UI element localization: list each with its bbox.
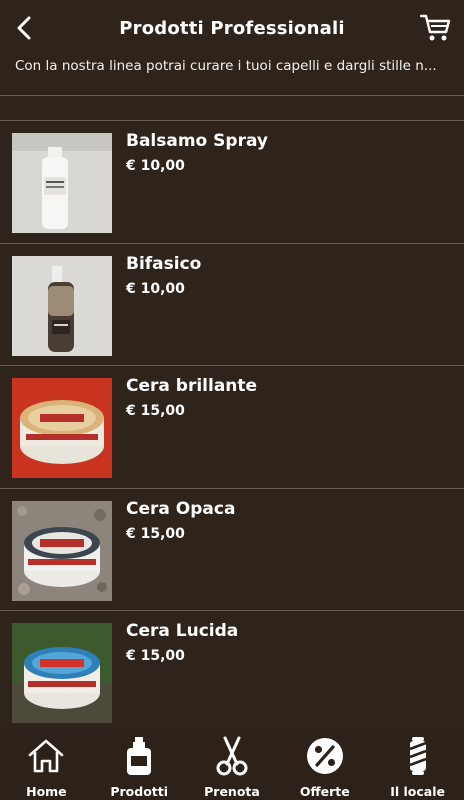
product-image	[12, 500, 112, 601]
tab-label: Prenota	[204, 784, 260, 799]
scissors-icon	[212, 736, 252, 776]
tab-label: Il locale	[390, 784, 445, 799]
tab-prenota[interactable]: Prenota	[186, 730, 278, 800]
product-name: Cera brillante	[126, 376, 258, 396]
product-row[interactable]: Cera Lucida € 15,00	[0, 611, 464, 733]
product-image	[12, 623, 112, 723]
product-row[interactable]: Cera Opaca € 15,00	[0, 489, 464, 611]
product-price: € 10,00	[126, 280, 185, 297]
page-description: Con la nostra linea potrai curare i tuoi…	[15, 58, 437, 74]
product-list: Balsamo Spray € 10,00 Bifasico € 10,00 C…	[0, 120, 464, 733]
product-name: Bifasico	[126, 253, 202, 274]
cart-button[interactable]	[418, 10, 454, 46]
tab-label: Prodotti	[110, 784, 169, 799]
product-name: Cera Lucida	[126, 621, 239, 641]
product-name: Cera Opaca	[126, 498, 236, 519]
tab-offerte[interactable]: Offerte	[279, 730, 371, 800]
product-price: € 15,00	[126, 525, 185, 542]
product-row[interactable]: Balsamo Spray € 10,00	[0, 121, 464, 243]
chevron-left-icon	[17, 16, 31, 40]
product-name: Balsamo Spray	[126, 131, 268, 151]
product-image	[12, 378, 112, 478]
product-price: € 10,00	[126, 158, 185, 174]
tab-home[interactable]: Home	[0, 730, 92, 800]
product-image	[12, 255, 112, 356]
tab-label: Home	[26, 784, 67, 799]
tab-il-locale[interactable]: Il locale	[372, 730, 464, 800]
tab-prodotti[interactable]: Prodotti	[93, 730, 185, 800]
cart-icon	[420, 14, 451, 41]
tab-label: Offerte	[299, 784, 350, 799]
bottle-icon	[119, 736, 159, 776]
product-price: € 15,00	[126, 648, 185, 664]
percent-icon	[305, 736, 345, 776]
home-icon	[26, 736, 66, 776]
product-row[interactable]: Cera brillante € 15,00	[0, 366, 464, 488]
product-row[interactable]: Bifasico € 10,00	[0, 244, 464, 366]
header: Prodotti Professionali	[0, 0, 464, 56]
back-button[interactable]	[8, 12, 40, 44]
barber-pole-icon	[398, 736, 438, 776]
page-title: Prodotti Professionali	[119, 17, 345, 39]
product-price: € 15,00	[126, 403, 185, 419]
product-image	[12, 133, 112, 233]
divider	[0, 95, 464, 96]
bottom-tab-bar: Home Prodotti Prenota Offerte Il locale	[0, 730, 464, 800]
